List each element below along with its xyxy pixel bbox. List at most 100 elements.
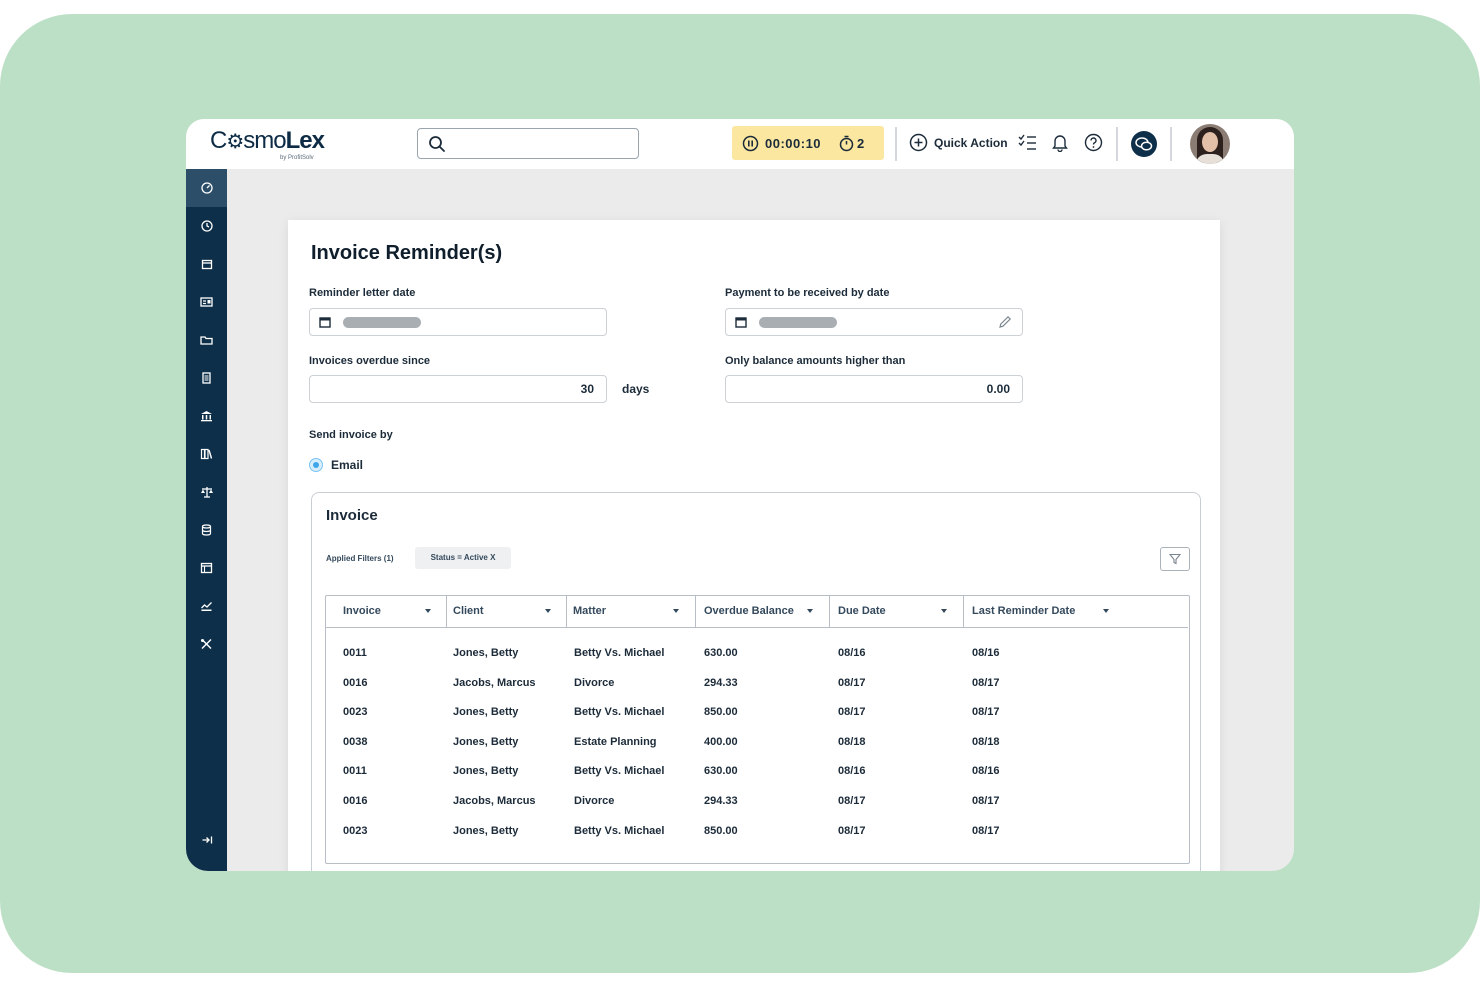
sidebar-item-accounting[interactable] [186,511,227,549]
email-radio-label[interactable]: Email [331,458,363,472]
filter-icon [1169,553,1181,565]
pencil-icon[interactable] [998,315,1012,329]
sidebar-item-tools[interactable] [186,625,227,663]
table-cell: 08/17 [972,676,1000,689]
table-cell: Divorce [574,795,615,807]
balance-threshold-input[interactable]: 0.00 [725,375,1023,403]
table-cell: 0011 [343,647,367,659]
column-header-overdue-balance[interactable]: Overdue Balance [695,596,829,627]
sidebar-item-library[interactable] [186,435,227,473]
payment-date-label: Payment to be received by date [725,287,890,299]
send-invoice-label: Send invoice by [309,429,393,441]
sidebar [186,169,227,871]
quick-action-button[interactable]: Quick Action [909,133,1008,152]
search-input[interactable] [417,128,639,159]
dashboard-icon [200,182,213,194]
column-header-client[interactable]: Client [446,596,566,627]
table-cell: 08/16 [838,647,866,659]
table-header: Invoice Client Matter Overdue Balance Du… [326,596,1188,628]
column-header-last-reminder[interactable]: Last Reminder Date [963,596,1188,627]
table-cell: Jacobs, Marcus [453,676,536,689]
email-radio[interactable] [309,458,323,472]
sidebar-item-dashboard[interactable] [186,169,227,207]
table-cell: Jones, Betty [453,735,519,748]
timer-value: 00:00:10 [765,135,822,151]
table-cell: Divorce [574,676,615,689]
sidebar-item-calendar[interactable] [186,245,227,283]
table-row[interactable]: 0016 Jacobs, Marcus Divorce 294.33 08/17 08/1… [326,677,1188,697]
document-icon [202,372,211,384]
table-cell: 08/16 [972,647,1000,659]
scales-icon [200,487,213,498]
table-row[interactable]: 0023 Jones, Betty Betty Vs. Michael 850.00 0… [326,706,1188,726]
timer-count: 2 [857,135,865,151]
sidebar-item-portal[interactable] [186,549,227,587]
table-cell: 0016 [343,795,368,807]
sidebar-item-time[interactable] [186,207,227,245]
table-cell: 08/17 [972,824,1000,837]
top-bar: C⚙smoLex by ProfitSolv 00:00:10 2 Quick … [186,119,1294,169]
column-header-matter[interactable]: Matter [566,596,695,627]
bank-icon [201,411,212,422]
table-cell: Jacobs, Marcus [453,795,536,807]
help-icon[interactable] [1084,133,1103,152]
balance-threshold-value: 0.00 [986,382,1010,396]
library-icon [200,448,213,460]
tools-icon [201,639,212,649]
sidebar-item-trust[interactable] [186,473,227,511]
cosmolex-logo[interactable]: C⚙smoLex by ProfitSolv [210,127,340,163]
calendar-icon [319,317,331,328]
divider [1116,127,1118,161]
table-row[interactable]: 0023 Jones, Betty Betty Vs. Michael 850.00 0… [326,825,1188,845]
overdue-since-label: Invoices overdue since [309,355,431,367]
invoice-section-title: Invoice [326,507,378,524]
table-cell: Jones, Betty [453,647,519,659]
sidebar-item-reports[interactable] [186,587,227,625]
column-header-due-date[interactable]: Due Date [829,596,963,627]
table-cell: 630.00 [704,647,738,659]
contacts-icon [200,297,213,307]
folder-icon [200,336,213,345]
status-filter-chip[interactable]: Status = Active X [415,547,511,569]
table-cell: 08/17 [838,706,866,719]
tasks-icon[interactable] [1018,133,1037,152]
table-row[interactable]: 0016 Jacobs, Marcus Divorce 294.33 08/17 08/1… [326,795,1188,815]
payment-date-field[interactable] [725,308,1023,336]
sidebar-collapse-button[interactable] [186,821,227,859]
table-row[interactable]: 0011 Jones, Betty Betty Vs. Michael 630.00 0… [326,647,1188,667]
sidebar-item-contacts[interactable] [186,283,227,321]
app-window: C⚙smoLex by ProfitSolv 00:00:10 2 Quick … [186,119,1294,871]
table-cell: Jones, Betty [453,824,519,837]
quick-action-label: Quick Action [934,135,1008,150]
table-cell: 08/16 [972,765,1000,778]
sidebar-item-matters[interactable] [186,321,227,359]
chat-support-icon[interactable] [1130,130,1158,158]
plus-circle-icon [909,133,928,152]
table-cell: 08/17 [972,706,1000,719]
sidebar-item-documents[interactable] [186,359,227,397]
reminder-date-field[interactable] [309,308,607,336]
table-row[interactable]: 0038 Jones, Betty Estate Planning 400.00 08/… [326,736,1188,756]
table-cell: 0023 [343,706,368,719]
user-avatar[interactable] [1190,124,1230,164]
table-cell: 850.00 [704,824,738,837]
database-icon [201,524,212,536]
stopwatch-icon[interactable] [839,135,854,152]
invoice-section: Invoice Applied Filters (1) Status = Act… [311,492,1201,871]
search-icon [429,136,445,152]
bell-icon[interactable] [1051,133,1069,152]
divider [1170,127,1172,161]
table-cell: 0016 [343,676,368,689]
sidebar-item-banking[interactable] [186,397,227,435]
table-cell: 294.33 [704,795,738,807]
table-cell: 630.00 [704,765,738,778]
overdue-since-input[interactable]: 30 [309,375,607,403]
window-icon [200,562,213,574]
table-cell: Betty Vs. Michael [574,765,665,778]
timer-pause-icon[interactable] [742,135,759,152]
column-header-invoice[interactable]: Invoice [326,596,446,627]
timer-widget[interactable]: 00:00:10 2 [732,126,884,160]
filter-button[interactable] [1160,547,1190,571]
table-row[interactable]: 0011 Jones, Betty Betty Vs. Michael 630.00 0… [326,765,1188,785]
table-cell: Jones, Betty [453,706,519,719]
